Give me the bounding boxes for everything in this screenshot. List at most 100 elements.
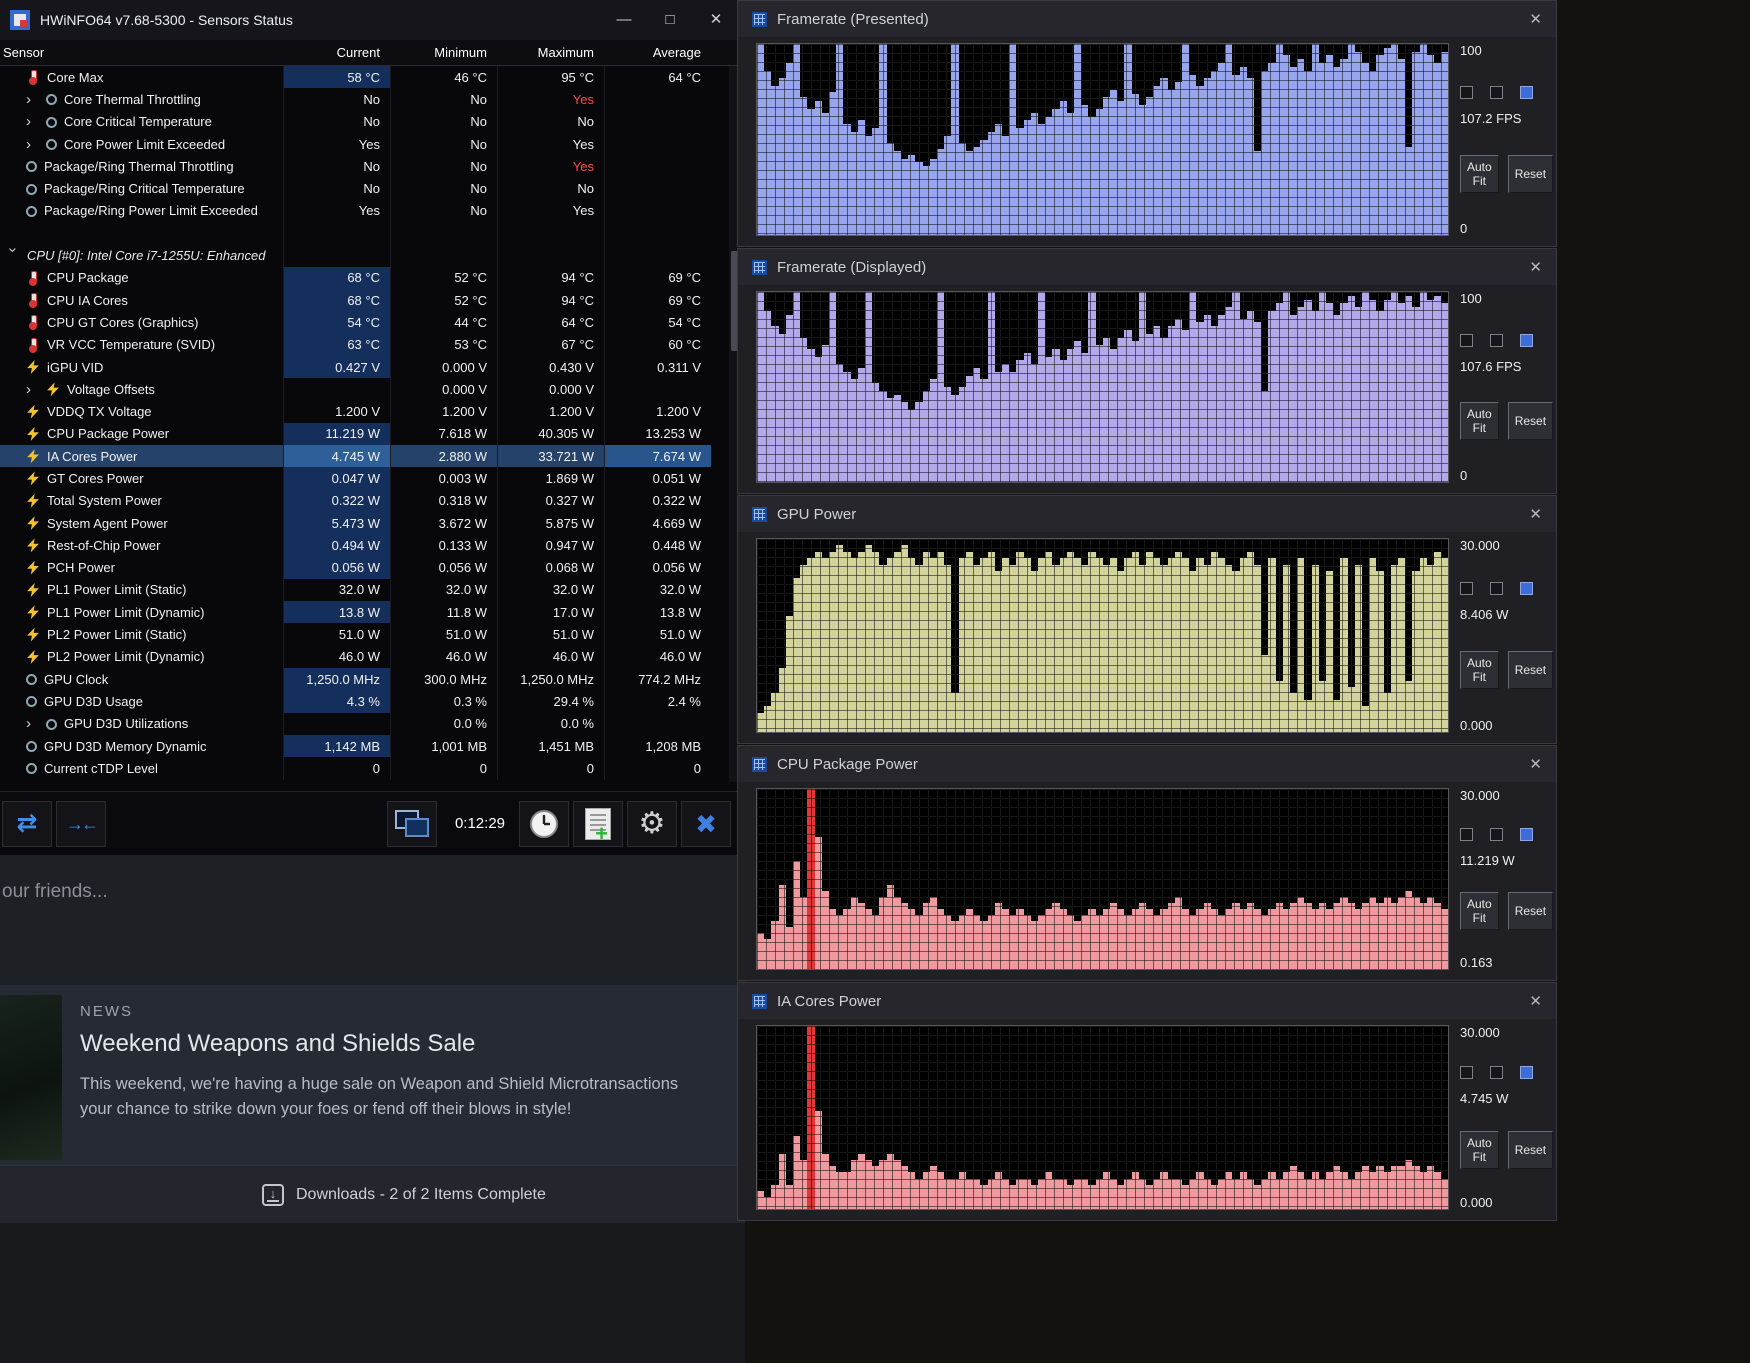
sensor-row[interactable]: GT Cores Power 0.047 W 0.003 W 1.869 W 0.051…: [0, 467, 711, 490]
expand-arrow-icon[interactable]: ›: [26, 92, 46, 107]
column-maximum[interactable]: Maximum: [497, 45, 604, 60]
maximize-button[interactable]: □: [647, 0, 693, 40]
graph-option-checkbox[interactable]: [1460, 334, 1473, 347]
sensor-row[interactable]: Package/Ring Critical Temperature No No No: [0, 177, 711, 200]
reset-button[interactable]: Reset: [1507, 154, 1554, 193]
panel-titlebar[interactable]: CPU Package Power ✕: [738, 746, 1556, 782]
y-max-value[interactable]: 30.000: [1460, 538, 1550, 553]
graph-option-checkbox[interactable]: [1520, 334, 1533, 347]
close-button[interactable]: ✕: [693, 0, 739, 40]
sensor-row[interactable]: PL1 Power Limit (Static) 32.0 W 32.0 W 32.0…: [0, 578, 711, 602]
reset-button[interactable]: Reset: [1507, 402, 1554, 440]
sensor-row[interactable]: PCH Power 0.056 W 0.056 W 0.068 W 0.056 W: [0, 556, 711, 579]
sensor-row[interactable]: CPU Package Power 11.219 W 7.618 W 40.305 W…: [0, 422, 711, 446]
graph-option-checkbox[interactable]: [1520, 582, 1533, 595]
panel-titlebar[interactable]: IA Cores Power ✕: [738, 983, 1556, 1019]
friends-text[interactable]: our friends...: [0, 855, 745, 903]
y-max-value[interactable]: 30.000: [1460, 1025, 1550, 1040]
auto-fit-button[interactable]: Auto Fit: [1460, 1131, 1499, 1170]
downloads-bar[interactable]: ↓ Downloads - 2 of 2 Items Complete: [0, 1165, 745, 1223]
sensor-row[interactable]: CPU GT Cores (Graphics) 54 °C 44 °C 64 °C 54…: [0, 311, 711, 334]
sensor-row[interactable]: › Core Critical Temperature No No No: [0, 110, 711, 133]
y-min-value[interactable]: 0.000: [1460, 718, 1550, 733]
close-icon[interactable]: ✕: [1529, 992, 1542, 1010]
news-thumbnail[interactable]: [0, 995, 62, 1160]
y-min-value[interactable]: 0.163: [1460, 955, 1550, 970]
y-min-value[interactable]: 0: [1460, 468, 1550, 483]
panel-titlebar[interactable]: Framerate (Displayed) ✕: [738, 249, 1556, 285]
auto-fit-button[interactable]: Auto Fit: [1460, 154, 1499, 193]
sensor-row[interactable]: › GPU D3D Utilizations 0.0 % 0.0 %: [0, 712, 711, 735]
auto-fit-button[interactable]: Auto Fit: [1460, 651, 1499, 689]
y-min-value[interactable]: 0: [1460, 221, 1550, 236]
sensor-row[interactable]: Package/Ring Power Limit Exceeded Yes No Ye…: [0, 199, 711, 223]
sensor-row[interactable]: › Core Power Limit Exceeded Yes No Yes: [0, 132, 711, 156]
panel-titlebar[interactable]: Framerate (Presented) ✕: [738, 1, 1556, 37]
collapse-columns-button[interactable]: →←: [56, 800, 106, 847]
column-average[interactable]: Average: [604, 45, 711, 60]
graph-option-checkbox[interactable]: [1490, 1065, 1503, 1079]
graph-option-checkbox[interactable]: [1460, 827, 1473, 841]
graph-option-checkbox[interactable]: [1520, 827, 1533, 841]
sensor-row[interactable]: GPU D3D Usage 4.3 % 0.3 % 29.4 % 2.4 %: [0, 690, 711, 713]
close-icon[interactable]: ✕: [1529, 258, 1542, 276]
sensor-row[interactable]: PL2 Power Limit (Dynamic) 46.0 W 46.0 W 46.…: [0, 645, 711, 669]
sensor-row[interactable]: Rest-of-Chip Power 0.494 W 0.133 W 0.947 W0…: [0, 534, 711, 557]
column-sensor[interactable]: Sensor: [0, 45, 283, 60]
settings-button[interactable]: ⚙: [627, 800, 677, 847]
y-max-value[interactable]: 100: [1460, 291, 1550, 306]
graph-option-checkbox[interactable]: [1520, 1065, 1533, 1079]
sensor-row[interactable]: System Agent Power 5.473 W 3.672 W 5.875 W4…: [0, 511, 711, 535]
sensor-row[interactable]: Total System Power 0.322 W 0.318 W 0.327 W0…: [0, 489, 711, 512]
sensor-row[interactable]: CPU IA Cores 68 °C 52 °C 94 °C 69 °C: [0, 288, 711, 312]
panel-titlebar[interactable]: GPU Power ✕: [738, 496, 1556, 532]
graph-option-checkbox[interactable]: [1520, 86, 1533, 100]
swap-columns-button[interactable]: ⇄: [2, 800, 52, 847]
close-icon[interactable]: ✕: [1529, 505, 1542, 523]
sensor-row[interactable]: iGPU VID 0.427 V 0.000 V 0.430 V 0.311 V: [0, 355, 711, 379]
sensor-row[interactable]: › Core Thermal Throttling No No Yes: [0, 88, 711, 111]
remote-monitoring-button[interactable]: [386, 800, 437, 847]
close-icon[interactable]: ✕: [1529, 755, 1542, 773]
sensor-row[interactable]: GPU Clock 1,250.0 MHz 300.0 MHz 1,250.0 MHz…: [0, 668, 711, 691]
y-max-value[interactable]: 30.000: [1460, 788, 1550, 803]
graph-option-checkbox[interactable]: [1460, 582, 1473, 595]
expand-arrow-icon[interactable]: ›: [26, 137, 46, 152]
reset-button[interactable]: Reset: [1507, 651, 1554, 689]
sensor-row[interactable]: PL2 Power Limit (Static) 51.0 W 51.0 W 51.0…: [0, 623, 711, 646]
sensor-row[interactable]: Current cTDP Level 0 0 0 0: [0, 757, 711, 780]
expand-arrow-icon[interactable]: ›: [5, 248, 22, 264]
column-minimum[interactable]: Minimum: [390, 45, 497, 60]
auto-fit-button[interactable]: Auto Fit: [1460, 892, 1499, 931]
graph-option-checkbox[interactable]: [1490, 86, 1503, 100]
sensor-row[interactable]: PL1 Power Limit (Dynamic) 13.8 W 11.8 W 17.…: [0, 601, 711, 624]
y-min-value[interactable]: 0.000: [1460, 1195, 1550, 1210]
graph-option-checkbox[interactable]: [1460, 1065, 1473, 1079]
graph-option-checkbox[interactable]: [1490, 334, 1503, 347]
sensor-row[interactable]: Core Max 58 °C 46 °C 95 °C 64 °C: [0, 66, 711, 89]
sensor-row[interactable]: Package/Ring Thermal Throttling No No Yes: [0, 155, 711, 178]
y-max-value[interactable]: 100: [1460, 43, 1550, 58]
expand-arrow-icon[interactable]: ›: [26, 716, 46, 731]
report-button[interactable]: +: [573, 800, 623, 847]
close-sensors-button[interactable]: ✖: [681, 800, 731, 847]
graph-option-checkbox[interactable]: [1490, 827, 1503, 841]
sensor-row[interactable]: › Voltage Offsets 0.000 V 0.000 V: [0, 378, 711, 401]
reset-button[interactable]: Reset: [1507, 892, 1554, 931]
sensor-row[interactable]: VR VCC Temperature (SVID) 63 °C 53 °C 67 °C…: [0, 333, 711, 356]
expand-arrow-icon[interactable]: ›: [26, 114, 46, 129]
hwinfo-titlebar[interactable]: HWiNFO64 v7.68-5300 - Sensors Status — □…: [0, 0, 745, 40]
graph-option-checkbox[interactable]: [1460, 86, 1473, 100]
auto-fit-button[interactable]: Auto Fit: [1460, 402, 1499, 440]
minimize-button[interactable]: —: [601, 0, 647, 40]
reset-button[interactable]: Reset: [1507, 1131, 1554, 1170]
news-card[interactable]: NEWS Weekend Weapons and Shields Sale Th…: [0, 985, 745, 1165]
close-icon[interactable]: ✕: [1529, 10, 1542, 28]
column-current[interactable]: Current: [283, 45, 390, 60]
expand-arrow-icon[interactable]: ›: [26, 382, 46, 397]
logging-clock-button[interactable]: [519, 800, 569, 847]
sensor-row[interactable]: CPU Package 68 °C 52 °C 94 °C 69 °C: [0, 266, 711, 289]
news-headline[interactable]: Weekend Weapons and Shields Sale: [80, 1030, 678, 1058]
sensor-group-row[interactable]: › CPU [#0]: Intel Core i7-1255U: Enhanced: [0, 244, 711, 267]
sensor-row[interactable]: VDDQ TX Voltage 1.200 V 1.200 V 1.200 V 1.20…: [0, 400, 711, 423]
